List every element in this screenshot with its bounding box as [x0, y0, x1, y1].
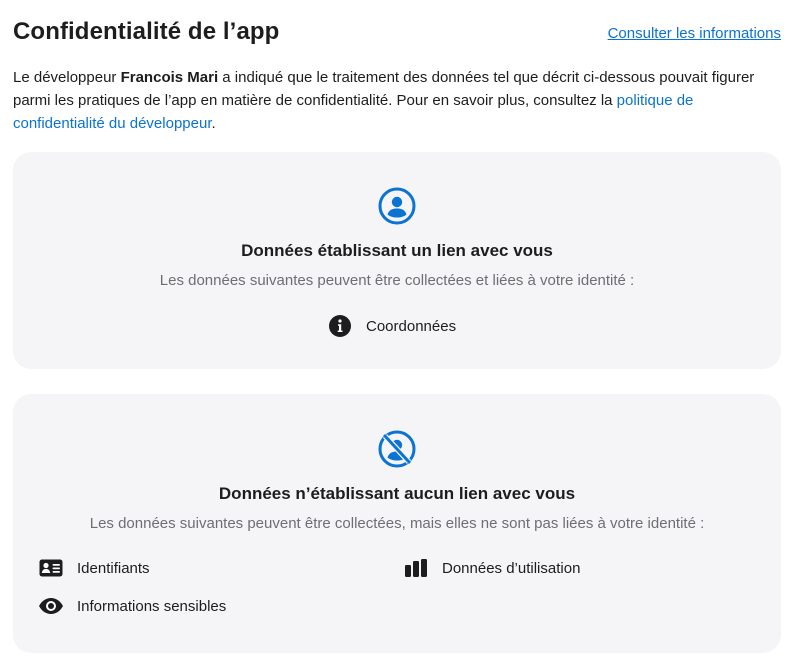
- linked-data-subtitle: Les données suivantes peuvent être colle…: [159, 272, 635, 289]
- intro-text-3: .: [211, 115, 216, 132]
- see-details-link[interactable]: Consulter les informations: [608, 25, 781, 42]
- item-label: Identifiants: [77, 559, 150, 577]
- info-circle-icon: [327, 313, 353, 339]
- person-circle-icon: [378, 187, 416, 225]
- eye-icon: [38, 593, 64, 619]
- list-item-sensitive-info: Informations sensibles: [38, 593, 226, 619]
- id-card-icon: [38, 555, 64, 581]
- not-linked-data-title: Données n’établissant aucun lien avec vo…: [218, 484, 576, 503]
- list-item-identifiers: Identifiants: [38, 555, 150, 581]
- list-item-contact-info: Coordonnées: [327, 313, 456, 339]
- developer-name: Francois Mari: [120, 69, 219, 86]
- bar-chart-icon: [403, 555, 429, 581]
- page-title: Confidentialité de l’app: [13, 18, 280, 45]
- not-linked-data-card: Données n’établissant aucun lien avec vo…: [13, 394, 781, 653]
- intro-text-1: Le développeur: [13, 69, 121, 86]
- list-item-usage-data: Données d’utilisation: [403, 555, 580, 581]
- not-linked-data-subtitle: Les données suivantes peuvent être colle…: [89, 515, 705, 532]
- linked-data-card: Données établissant un lien avec vous Le…: [13, 152, 781, 369]
- person-slash-icon: [378, 430, 416, 468]
- intro-paragraph: Le développeur Francois Mari a indiqué q…: [13, 66, 783, 135]
- item-label: Données d’utilisation: [442, 559, 581, 577]
- item-label: Informations sensibles: [77, 597, 227, 615]
- privacy-header: Confidentialité de l’app Consulter les i…: [13, 16, 781, 48]
- linked-data-title: Données établissant un lien avec vous: [241, 241, 553, 260]
- item-label: Coordonnées: [366, 317, 457, 335]
